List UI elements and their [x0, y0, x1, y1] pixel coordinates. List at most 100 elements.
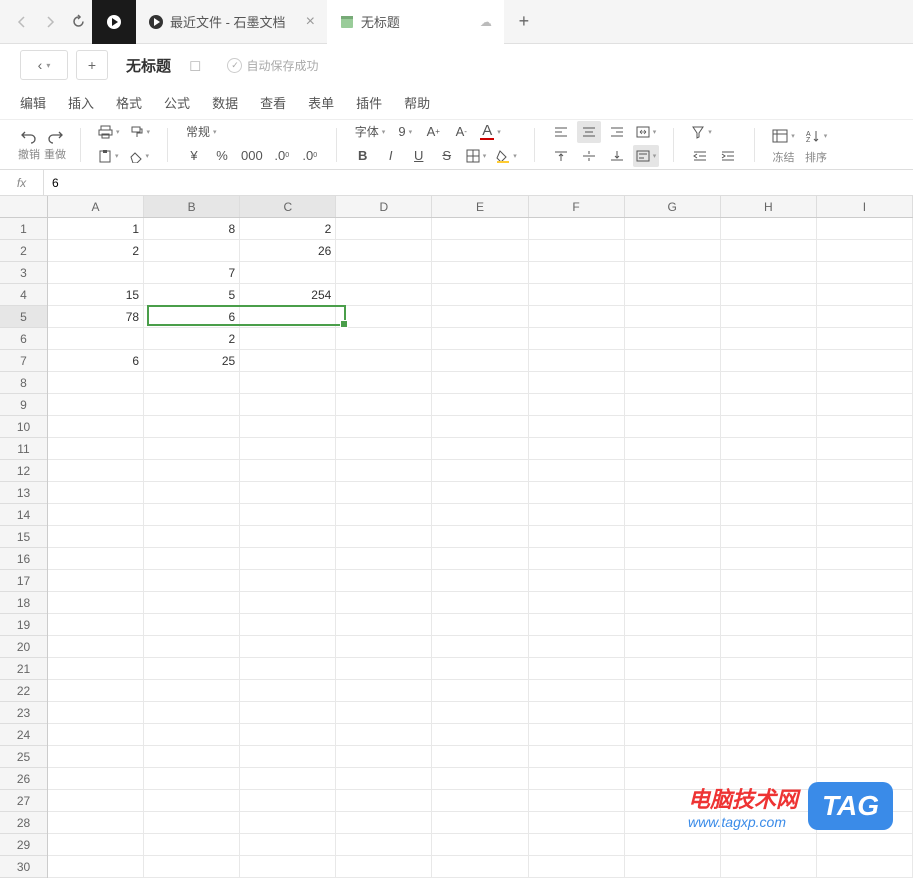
cell[interactable]: [432, 812, 528, 834]
cell[interactable]: [721, 262, 817, 284]
cell[interactable]: [240, 636, 336, 658]
cell[interactable]: [529, 350, 625, 372]
cell[interactable]: [240, 482, 336, 504]
currency-yen-button[interactable]: ¥: [182, 145, 206, 167]
cell[interactable]: [817, 526, 913, 548]
row-header[interactable]: 4: [0, 284, 47, 306]
cell[interactable]: [48, 636, 144, 658]
cell[interactable]: [529, 856, 625, 878]
decrease-decimal-button[interactable]: .00: [298, 145, 322, 167]
increase-indent-button[interactable]: [716, 145, 740, 167]
cell[interactable]: [817, 460, 913, 482]
cell[interactable]: [817, 284, 913, 306]
cell[interactable]: [144, 570, 240, 592]
cell[interactable]: [721, 614, 817, 636]
tab-untitled[interactable]: 无标题 ☁: [327, 0, 504, 44]
cell[interactable]: [240, 262, 336, 284]
cell[interactable]: [432, 768, 528, 790]
cell[interactable]: [240, 834, 336, 856]
cell[interactable]: [529, 416, 625, 438]
document-title[interactable]: 无标题: [126, 55, 171, 76]
sort-button[interactable]: AZ 排序: [802, 125, 831, 165]
cell[interactable]: [48, 460, 144, 482]
cell[interactable]: [432, 416, 528, 438]
cell[interactable]: [48, 702, 144, 724]
cell[interactable]: [432, 834, 528, 856]
cell[interactable]: [529, 460, 625, 482]
cell[interactable]: [336, 350, 432, 372]
cell[interactable]: [817, 834, 913, 856]
row-header[interactable]: 28: [0, 812, 47, 834]
cell[interactable]: [432, 548, 528, 570]
row-header[interactable]: 26: [0, 768, 47, 790]
cell[interactable]: [625, 350, 721, 372]
column-header[interactable]: E: [432, 196, 528, 217]
cell[interactable]: [48, 614, 144, 636]
menu-item[interactable]: 帮助: [404, 93, 430, 112]
cell[interactable]: [721, 240, 817, 262]
redo-button[interactable]: 重做: [44, 128, 66, 162]
row-header[interactable]: 17: [0, 570, 47, 592]
cell[interactable]: [529, 262, 625, 284]
cell[interactable]: [144, 790, 240, 812]
align-right-button[interactable]: [605, 121, 629, 143]
cell[interactable]: [240, 702, 336, 724]
cell[interactable]: [240, 504, 336, 526]
cell[interactable]: [432, 218, 528, 240]
cell[interactable]: [721, 746, 817, 768]
cell[interactable]: [240, 372, 336, 394]
cell[interactable]: [529, 284, 625, 306]
cell[interactable]: [817, 306, 913, 328]
align-top-button[interactable]: [549, 145, 573, 167]
cell[interactable]: [721, 856, 817, 878]
decrease-font-button[interactable]: A-: [449, 121, 473, 143]
cell[interactable]: [529, 548, 625, 570]
cell[interactable]: 78: [48, 306, 144, 328]
tab-recent-files[interactable]: 最近文件 - 石墨文档 ×: [136, 0, 327, 44]
cell[interactable]: [48, 768, 144, 790]
cell[interactable]: [817, 438, 913, 460]
cell[interactable]: [48, 372, 144, 394]
cell[interactable]: [529, 724, 625, 746]
menu-item[interactable]: 格式: [116, 93, 142, 112]
cell[interactable]: [529, 790, 625, 812]
menu-item[interactable]: 插件: [356, 93, 382, 112]
column-header[interactable]: G: [625, 196, 721, 217]
cell[interactable]: [336, 306, 432, 328]
cell[interactable]: [144, 592, 240, 614]
cell[interactable]: [625, 834, 721, 856]
cell[interactable]: [625, 724, 721, 746]
cell[interactable]: [721, 372, 817, 394]
cell[interactable]: [240, 570, 336, 592]
cell[interactable]: [144, 416, 240, 438]
cell[interactable]: 5: [144, 284, 240, 306]
cell[interactable]: [336, 416, 432, 438]
cell[interactable]: [48, 482, 144, 504]
cell[interactable]: [144, 240, 240, 262]
row-header[interactable]: 10: [0, 416, 47, 438]
cell[interactable]: [529, 834, 625, 856]
align-bottom-button[interactable]: [605, 145, 629, 167]
row-header[interactable]: 8: [0, 372, 47, 394]
cell[interactable]: [817, 240, 913, 262]
cell[interactable]: [529, 438, 625, 460]
column-header[interactable]: D: [336, 196, 432, 217]
cell[interactable]: [432, 240, 528, 262]
cell[interactable]: [529, 702, 625, 724]
cell[interactable]: [432, 746, 528, 768]
cell[interactable]: [529, 306, 625, 328]
paste-button[interactable]: [95, 145, 122, 167]
cell[interactable]: [817, 482, 913, 504]
increase-font-button[interactable]: A+: [421, 121, 445, 143]
cell[interactable]: [240, 746, 336, 768]
cell[interactable]: [817, 746, 913, 768]
cell[interactable]: [625, 372, 721, 394]
cell[interactable]: [48, 746, 144, 768]
cell[interactable]: [432, 372, 528, 394]
home-tab[interactable]: [92, 0, 136, 44]
cell[interactable]: [721, 482, 817, 504]
cell[interactable]: [625, 416, 721, 438]
cell[interactable]: [817, 680, 913, 702]
new-tab-button[interactable]: +: [504, 11, 544, 32]
row-header[interactable]: 6: [0, 328, 47, 350]
